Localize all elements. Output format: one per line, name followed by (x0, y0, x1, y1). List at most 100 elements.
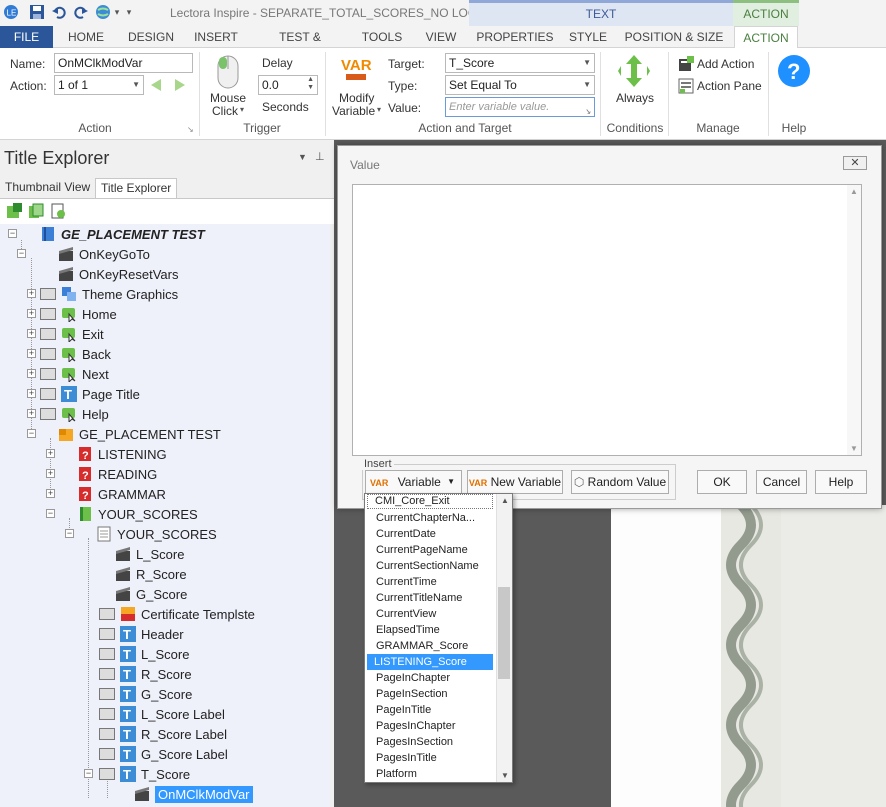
tab-insert[interactable]: INSERT (188, 26, 244, 48)
scroll-up-icon[interactable]: ▲ (501, 496, 509, 505)
scroll-up-icon[interactable]: ▲ (850, 187, 858, 196)
checkbox-icon[interactable] (99, 768, 115, 780)
value-textarea[interactable]: ▲ ▼ (352, 184, 862, 456)
pane-menu-icon[interactable]: ▼ (298, 152, 307, 162)
collapse-toggle[interactable]: − (27, 429, 36, 438)
action-pane-button[interactable]: Action Pane (697, 79, 762, 93)
undo-icon[interactable] (50, 3, 68, 21)
checkbox-icon[interactable] (40, 308, 56, 320)
checkbox-icon[interactable] (40, 388, 56, 400)
variable-item[interactable]: PagesInSection (376, 734, 500, 750)
checkbox-icon[interactable] (99, 628, 115, 640)
expand-toggle[interactable]: + (27, 369, 36, 378)
scroll-thumb[interactable] (498, 587, 510, 679)
tree-node-onmclkmodvar[interactable]: OnMClkModVar (134, 784, 253, 804)
help-button[interactable]: Help (815, 470, 867, 494)
collapse-toggle[interactable]: − (8, 229, 17, 238)
checkbox-icon[interactable] (99, 688, 115, 700)
delay-spinner[interactable]: 0.0 ▲ ▼ (258, 75, 318, 95)
tree-node-g-score-label[interactable]: T G_Score Label (99, 744, 228, 764)
tree-node-help[interactable]: Help (40, 404, 109, 424)
expand-toggle[interactable]: + (27, 329, 36, 338)
collapse-toggle[interactable]: − (46, 509, 55, 518)
qat-customize-icon[interactable]: ▾ (124, 3, 134, 21)
tree-node-l-score-label[interactable]: T L_Score Label (99, 704, 225, 724)
checkbox-icon[interactable] (99, 648, 115, 660)
tree-node-t-score[interactable]: T T_Score (99, 764, 190, 784)
expand-toggle[interactable]: + (46, 469, 55, 478)
tree-node-theme-graphics[interactable]: Theme Graphics (40, 284, 178, 304)
tree-node-root[interactable]: GE_PLACEMENT TEST (40, 224, 205, 244)
expand-value-icon[interactable]: ↘ (584, 103, 591, 121)
expand-toggle[interactable]: + (27, 389, 36, 398)
tab-test-survey[interactable]: TEST & SURVEY (254, 26, 346, 66)
checkbox-icon[interactable] (99, 748, 115, 760)
value-field[interactable]: Enter variable value. ↘ (445, 97, 595, 117)
mouse-icon[interactable] (214, 54, 242, 93)
redo-icon[interactable] (72, 3, 90, 21)
add-page-icon[interactable] (6, 203, 22, 219)
action-type-dropdown-icon[interactable]: ▾ (377, 105, 381, 114)
tree-node-next[interactable]: Next (40, 364, 109, 384)
tree-node-header[interactable]: T Header (99, 624, 184, 644)
variable-item[interactable]: CurrentTime (376, 574, 500, 590)
previous-action-icon[interactable] (149, 78, 163, 95)
scroll-down-icon[interactable]: ▼ (501, 771, 509, 780)
variable-item-selected[interactable]: LISTENING_Score (367, 654, 493, 670)
spinner-arrows-icon[interactable]: ▲ ▼ (307, 76, 314, 92)
tree-node-home[interactable]: Home (40, 304, 117, 324)
expand-toggle[interactable]: + (46, 449, 55, 458)
var-icon[interactable]: VAR (340, 54, 374, 84)
add-action-icon[interactable] (678, 56, 694, 75)
tab-home[interactable]: HOME (60, 26, 112, 48)
tree-node-listening[interactable]: ? LISTENING (77, 444, 167, 464)
tree-node-l-score-text[interactable]: T L_Score (99, 644, 189, 664)
tab-style[interactable]: STYLE (566, 26, 610, 48)
checkbox-icon[interactable] (40, 288, 56, 300)
tree-node-back[interactable]: Back (40, 344, 111, 364)
tab-properties[interactable]: PROPERTIES (474, 26, 556, 48)
add-chapter-icon[interactable] (28, 203, 44, 219)
variable-item[interactable]: CurrentPageName (376, 542, 500, 558)
tab-file[interactable]: FILE (0, 26, 53, 48)
variable-item[interactable]: ElapsedTime (376, 622, 500, 638)
tab-action[interactable]: ACTION (734, 26, 798, 49)
variable-dropdown-button[interactable]: VAR Variable ▼ (365, 470, 462, 494)
tree-node-chapter[interactable]: GE_PLACEMENT TEST (58, 424, 221, 444)
preview-globe-icon[interactable] (94, 3, 112, 21)
tree-node-r-score-action[interactable]: R_Score (115, 564, 187, 584)
variable-item[interactable]: CurrentChapterNa... (376, 510, 500, 526)
tree-node-g-score-text[interactable]: T G_Score (99, 684, 192, 704)
variable-item[interactable]: CMI_Core_Exit (367, 494, 493, 509)
dialog-launcher-icon[interactable]: ↘ (187, 125, 194, 134)
trigger-dropdown-icon[interactable]: ▾ (240, 105, 244, 114)
variable-item[interactable]: CurrentTitleName (376, 590, 500, 606)
variable-item[interactable]: PageInSection (376, 686, 500, 702)
collapse-toggle[interactable]: − (17, 249, 26, 258)
pin-icon[interactable]: ⊥ (315, 150, 325, 163)
tree-node-onkeygoto[interactable]: OnKeyGoTo (58, 244, 150, 264)
tree-node-page-title[interactable]: T Page Title (40, 384, 140, 404)
checkbox-icon[interactable] (99, 608, 115, 620)
checkbox-icon[interactable] (40, 328, 56, 340)
tree-node-r-score-text[interactable]: T R_Score (99, 664, 192, 684)
tree-node-g-score-action[interactable]: G_Score (115, 584, 187, 604)
expand-toggle[interactable]: + (27, 409, 36, 418)
variable-item[interactable]: Platform (376, 766, 500, 782)
expand-toggle[interactable]: + (46, 489, 55, 498)
type-select[interactable]: Set Equal To ▼ (445, 75, 595, 95)
tree-node-onkeyresetvars[interactable]: OnKeyResetVars (58, 264, 178, 284)
tree-node-reading[interactable]: ? READING (77, 464, 157, 484)
expand-toggle[interactable]: + (27, 309, 36, 318)
tab-position-size[interactable]: POSITION & SIZE (622, 26, 726, 48)
tree-node-l-score-action[interactable]: L_Score (115, 544, 184, 564)
checkbox-icon[interactable] (40, 408, 56, 420)
ok-button[interactable]: OK (697, 470, 747, 494)
checkbox-icon[interactable] (99, 728, 115, 740)
scroll-down-icon[interactable]: ▼ (850, 444, 858, 453)
textarea-scrollbar[interactable]: ▲ ▼ (847, 185, 861, 455)
variable-item[interactable]: PageInTitle (376, 702, 500, 718)
close-icon[interactable]: ✕ (843, 156, 867, 170)
tab-design[interactable]: DESIGN (122, 26, 180, 48)
variable-list[interactable]: CMI_Core_Exit CurrentChapterNa... Curren… (364, 493, 513, 783)
